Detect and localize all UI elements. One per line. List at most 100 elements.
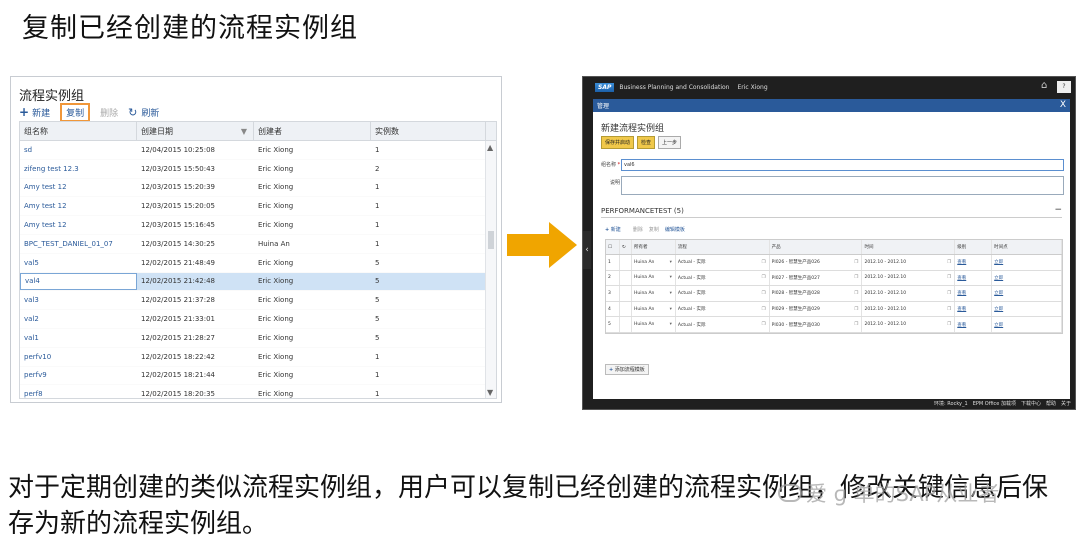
add-template-button[interactable]: + 添加流程模板 — [605, 364, 649, 375]
scroll-down-icon[interactable]: ▼ — [487, 388, 493, 397]
select-all-icon[interactable]: ☐ — [606, 240, 620, 254]
group-name-cell[interactable]: val1 — [20, 329, 137, 347]
select-member-icon[interactable]: ❐ — [762, 307, 766, 312]
table-row[interactable]: 1 Huina An ▾ Actual - 实际 ❐ PI026 - 智慧生产品026 ❐ 2… — [606, 255, 1063, 271]
group-name-cell[interactable]: val3 — [20, 291, 137, 309]
row-select[interactable] — [620, 317, 632, 332]
name-input[interactable]: val6 — [621, 159, 1064, 171]
table-row[interactable]: perfv10 12/02/2015 18:22:42 Eric Xiong 1 — [20, 348, 486, 367]
table-row[interactable]: perfv9 12/02/2015 18:21:44 Eric Xiong 1 — [20, 367, 486, 386]
help-icon[interactable]: ? — [1057, 81, 1071, 93]
group-name-cell[interactable]: perf8 — [20, 385, 137, 398]
group-name-cell[interactable]: BPC_TEST_DANIEL_01_07 — [20, 235, 137, 253]
point-cell[interactable]: 立即 — [992, 255, 1063, 270]
new-button[interactable]: + 新建 — [19, 105, 50, 119]
copy-row-button[interactable]: 复制 — [649, 226, 659, 233]
group-name-cell[interactable]: Amy test 12 — [20, 179, 137, 197]
group-name-cell[interactable]: Amy test 12 — [20, 197, 137, 215]
point-cell[interactable]: 立即 — [992, 270, 1063, 286]
group-name-cell[interactable]: val5 — [20, 254, 137, 272]
group-name-cell[interactable]: zifeng test 12.3 — [20, 160, 137, 178]
dropdown-icon[interactable]: ▾ — [670, 291, 672, 296]
collapse-icon[interactable]: − — [1054, 205, 1062, 215]
table-row[interactable]: perf8 12/02/2015 18:20:35 Eric Xiong 1 — [20, 385, 486, 398]
collapse-tab[interactable]: ‹ — [583, 231, 591, 269]
select-member-icon[interactable]: ❐ — [947, 291, 951, 296]
product-cell[interactable]: PI029 - 智慧生产品029 ❐ — [770, 301, 863, 317]
select-member-icon[interactable]: ❐ — [854, 291, 858, 296]
level-cell[interactable]: 查看 — [955, 270, 993, 286]
row-select[interactable] — [620, 255, 632, 270]
time-cell[interactable]: 2012.10 - 2012.10 ❐ — [862, 270, 956, 286]
scroll-thumb[interactable] — [488, 231, 494, 249]
point-cell[interactable]: 立即 — [992, 301, 1063, 317]
owner-cell[interactable]: Huina An ▾ — [632, 255, 676, 270]
previous-button[interactable]: 上一步 — [658, 136, 682, 149]
row-select[interactable] — [620, 270, 632, 286]
table-row[interactable]: Amy test 12 12/03/2015 15:16:45 Eric Xiong… — [20, 216, 486, 235]
select-member-icon[interactable]: ❐ — [854, 307, 858, 312]
owner-cell[interactable]: Huina An ▾ — [632, 317, 676, 332]
status-item[interactable]: 关于 — [1061, 400, 1071, 407]
column-header-creator[interactable]: 创建者 — [254, 122, 371, 140]
scrollbar[interactable]: ▲ ▼ — [485, 141, 496, 398]
select-member-icon[interactable]: ❐ — [762, 322, 766, 327]
status-item[interactable]: 下载中心 — [1021, 400, 1041, 407]
select-member-icon[interactable]: ❐ — [947, 260, 951, 265]
column-header-date[interactable]: 创建日期 ▼ — [137, 122, 254, 140]
description-input[interactable] — [621, 176, 1064, 195]
table-row[interactable]: 4 Huina An ▾ Actual - 实际 ❐ PI029 - 智慧生产品029 ❐ 2… — [606, 301, 1063, 318]
table-row[interactable]: 3 Huina An ▾ Actual - 实际 ❐ PI028 - 智慧生产品028 ❐ 2… — [606, 286, 1063, 302]
refresh-icon[interactable]: ↻ — [620, 240, 632, 254]
status-item[interactable]: 帮助 — [1046, 400, 1056, 407]
level-cell[interactable]: 查看 — [955, 301, 993, 317]
product-cell[interactable]: PI027 - 智慧生产品027 ❐ — [770, 270, 863, 286]
scroll-up-icon[interactable]: ▲ — [487, 143, 493, 152]
product-cell[interactable]: PI028 - 智慧生产品028 ❐ — [770, 286, 863, 301]
table-row[interactable]: val4 12/02/2015 21:42:48 Eric Xiong 5 — [20, 272, 486, 292]
delete-button[interactable]: 删除 — [100, 106, 118, 119]
table-row[interactable]: Amy test 12 12/03/2015 15:20:05 Eric Xiong… — [20, 197, 486, 217]
group-name-cell[interactable]: sd — [20, 141, 137, 159]
flow-cell[interactable]: Actual - 实际 ❐ — [676, 255, 770, 270]
table-row[interactable]: 2 Huina An ▾ Actual - 实际 ❐ PI027 - 智慧生产品027 ❐ 2… — [606, 270, 1063, 287]
select-member-icon[interactable]: ❐ — [854, 275, 858, 280]
select-member-icon[interactable]: ❐ — [947, 307, 951, 312]
table-row[interactable]: val2 12/02/2015 21:33:01 Eric Xiong 5 — [20, 310, 486, 329]
delete-row-button[interactable]: 删除 — [633, 226, 643, 233]
flow-cell[interactable]: Actual - 实际 ❐ — [676, 317, 770, 332]
level-cell[interactable]: 查看 — [955, 286, 993, 301]
flow-cell[interactable]: Actual - 实际 ❐ — [676, 286, 770, 301]
owner-cell[interactable]: Huina An ▾ — [632, 270, 676, 286]
owner-cell[interactable]: Huina An ▾ — [632, 286, 676, 301]
group-name-cell[interactable]: val2 — [20, 310, 137, 328]
select-member-icon[interactable]: ❐ — [854, 322, 858, 327]
level-cell[interactable]: 查看 — [955, 317, 993, 332]
close-icon[interactable]: X — [1060, 99, 1066, 112]
edit-template-button[interactable]: 编辑模板 — [665, 226, 685, 233]
product-cell[interactable]: PI026 - 智慧生产品026 ❐ — [770, 255, 863, 270]
save-start-button[interactable]: 保存并启动 — [601, 136, 635, 149]
select-member-icon[interactable]: ❐ — [854, 260, 858, 265]
dropdown-icon[interactable]: ▾ — [670, 307, 672, 312]
group-name-cell[interactable]: perfv10 — [20, 348, 137, 366]
select-member-icon[interactable]: ❐ — [762, 275, 766, 280]
check-button[interactable]: 检查 — [637, 136, 656, 149]
table-row[interactable]: val5 12/02/2015 21:48:49 Eric Xiong 5 — [20, 254, 486, 273]
table-row[interactable]: 5 Huina An ▾ Actual - 实际 ❐ PI030 - 智慧生产品030 ❐ 2… — [606, 317, 1063, 333]
select-member-icon[interactable]: ❐ — [947, 322, 951, 327]
dropdown-icon[interactable]: ▾ — [670, 275, 672, 280]
select-member-icon[interactable]: ❐ — [762, 260, 766, 265]
table-row[interactable]: val3 12/02/2015 21:37:28 Eric Xiong 5 — [20, 291, 486, 311]
row-select[interactable] — [620, 301, 632, 317]
owner-cell[interactable]: Huina An ▾ — [632, 301, 676, 317]
level-cell[interactable]: 查看 — [955, 255, 993, 270]
dropdown-icon[interactable]: ▾ — [670, 260, 672, 265]
copy-button[interactable]: 复制 — [60, 102, 91, 122]
product-cell[interactable]: PI030 - 智慧生产品030 ❐ — [770, 317, 863, 332]
dropdown-icon[interactable]: ▾ — [670, 322, 672, 327]
user-menu[interactable]: Eric Xiong — [737, 84, 767, 91]
point-cell[interactable]: 立即 — [992, 286, 1063, 301]
home-icon[interactable]: ⌂ — [1041, 81, 1051, 91]
table-row[interactable]: val1 12/02/2015 21:28:27 Eric Xiong 5 — [20, 329, 486, 348]
